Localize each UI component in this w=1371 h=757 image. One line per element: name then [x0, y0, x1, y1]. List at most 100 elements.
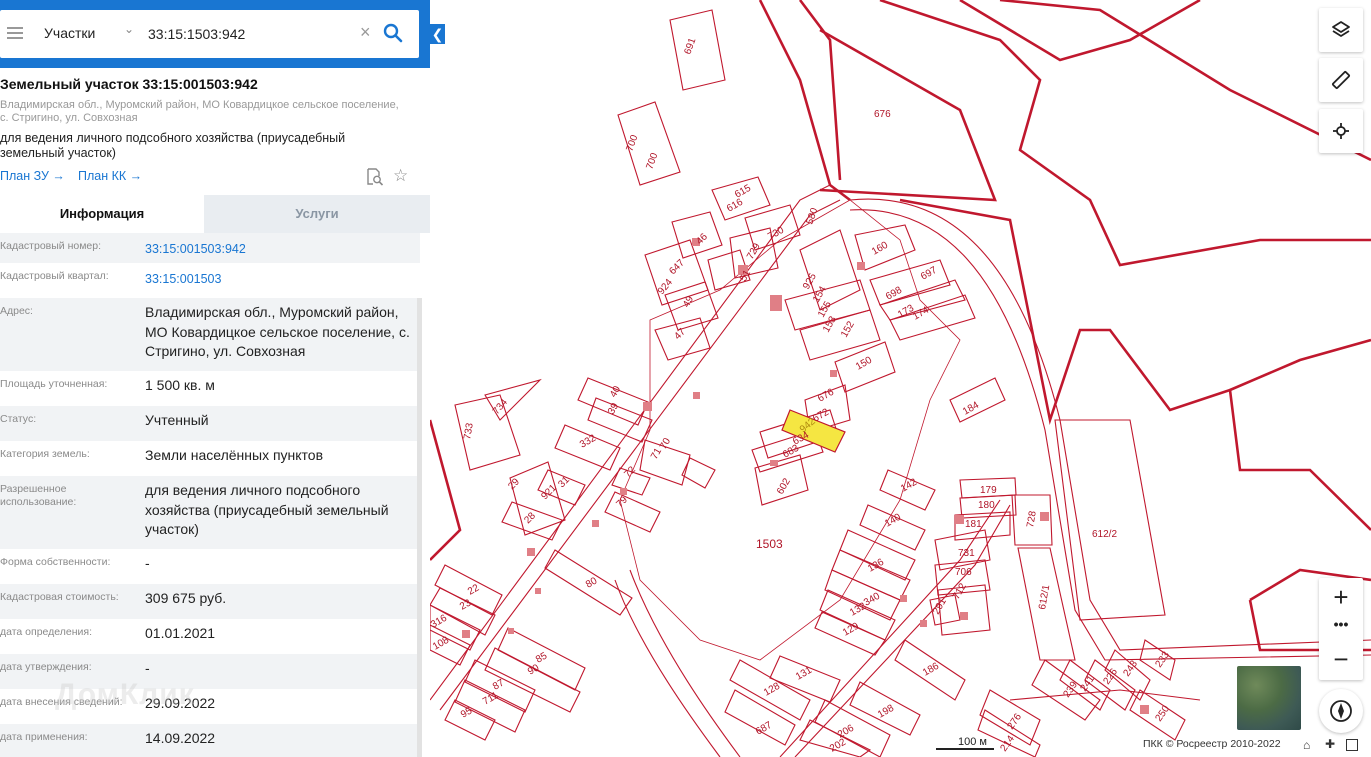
- svg-text:136: 136: [866, 557, 886, 575]
- copyright-text: ПКК © Росреестр 2010-2022: [1143, 738, 1281, 750]
- layers-icon: [1332, 21, 1350, 37]
- svg-text:676: 676: [874, 109, 891, 120]
- info-value: -: [145, 660, 150, 676]
- more-button[interactable]: •••: [1319, 616, 1363, 640]
- info-row: Разрешенное использование: для ведения л…: [0, 476, 420, 549]
- svg-text:79: 79: [614, 494, 630, 510]
- svg-text:647: 647: [667, 257, 687, 277]
- menu-icon[interactable]: [7, 27, 23, 29]
- svg-text:733: 733: [462, 422, 476, 441]
- layers-button[interactable]: [1319, 8, 1363, 52]
- info-row: Адрес: Владимирская обл., Муромский райо…: [0, 298, 420, 371]
- info-label: Форма собственности:: [0, 556, 111, 568]
- svg-text:276: 276: [1005, 711, 1024, 731]
- search-type-select[interactable]: Участки: [44, 25, 95, 41]
- svg-text:23: 23: [458, 597, 474, 612]
- search-input[interactable]: [148, 22, 348, 46]
- clear-icon[interactable]: ×: [360, 22, 371, 43]
- search-box: Участки ⌄ ×: [0, 10, 419, 58]
- info-value: -: [145, 555, 150, 571]
- search-bar: Участки ⌄ ×: [0, 0, 430, 68]
- svg-text:239: 239: [1061, 679, 1080, 699]
- svg-text:250: 250: [1153, 703, 1172, 723]
- fullscreen-icon[interactable]: [1346, 739, 1358, 751]
- svg-text:612/1: 612/1: [1037, 584, 1052, 611]
- info-label: Категория земель:: [0, 448, 90, 460]
- zoom-out-button[interactable]: −: [1319, 640, 1363, 678]
- svg-text:226: 226: [1101, 666, 1120, 686]
- watermark-logo: ДомКлик: [55, 678, 195, 711]
- svg-text:179: 179: [980, 485, 997, 496]
- svg-text:711: 711: [481, 690, 501, 708]
- svg-text:186: 186: [921, 661, 941, 679]
- cadastral-map-svg: 691 700 700 676 615 616 730 729 51 46 64…: [430, 0, 1371, 757]
- parcel-title: Земельный участок 33:15:001503:942: [0, 76, 258, 92]
- svg-text:129: 129: [841, 621, 861, 639]
- info-row: дата применения: 14.09.2022: [0, 724, 420, 757]
- tab-services[interactable]: Услуги: [204, 195, 430, 233]
- home-icon[interactable]: ⌂: [1303, 738, 1310, 752]
- svg-text:602: 602: [775, 476, 793, 496]
- locate-button[interactable]: [1319, 109, 1363, 153]
- svg-text:580: 580: [804, 206, 820, 226]
- zoom-controls: + ••• −: [1319, 578, 1363, 680]
- search-icon[interactable]: [383, 23, 403, 43]
- svg-text:316: 316: [430, 613, 449, 631]
- svg-text:181: 181: [965, 519, 982, 530]
- move-icon[interactable]: ✚: [1325, 737, 1335, 751]
- plan-zu-link[interactable]: План ЗУ →: [0, 169, 65, 183]
- svg-text:612/2: 612/2: [1092, 529, 1117, 540]
- svg-text:921: 921: [539, 482, 559, 502]
- svg-text:729: 729: [745, 241, 763, 261]
- info-row: Кадастровый номер: 33:15:001503:942: [0, 233, 420, 263]
- satellite-basemap-toggle[interactable]: [1237, 666, 1301, 730]
- svg-text:85: 85: [534, 650, 550, 665]
- info-label: дата определения:: [0, 626, 93, 638]
- info-panel: Участки ⌄ × Земельный участок 33:15:0015…: [0, 0, 430, 757]
- info-label: дата утверждения:: [0, 661, 92, 673]
- svg-text:80: 80: [584, 575, 600, 590]
- svg-text:697: 697: [919, 265, 939, 283]
- svg-text:700: 700: [644, 151, 660, 171]
- chevron-down-icon[interactable]: ⌄: [124, 22, 134, 36]
- tab-info[interactable]: Информация: [0, 195, 204, 233]
- svg-text:140: 140: [883, 512, 903, 530]
- svg-text:108: 108: [431, 635, 451, 653]
- compass-button[interactable]: [1319, 689, 1363, 733]
- info-value: 14.09.2022: [145, 730, 216, 746]
- zoom-in-button[interactable]: +: [1319, 578, 1363, 616]
- svg-text:150: 150: [854, 355, 874, 373]
- document-search-icon[interactable]: [366, 168, 384, 186]
- info-value: Земли населённых пунктов: [145, 447, 324, 463]
- info-label: Разрешенное использование:: [0, 483, 77, 508]
- svg-text:214: 214: [998, 733, 1017, 753]
- svg-text:731: 731: [958, 548, 975, 559]
- info-label: дата применения:: [0, 731, 88, 743]
- svg-text:1503: 1503: [756, 537, 783, 551]
- svg-text:706: 706: [955, 567, 972, 578]
- map-canvas[interactable]: 691 700 700 676 615 616 730 729 51 46 64…: [430, 0, 1371, 757]
- svg-text:142: 142: [899, 477, 919, 495]
- svg-text:40: 40: [608, 384, 623, 400]
- scale-label: 100 м: [958, 736, 987, 748]
- svg-text:152: 152: [839, 319, 857, 339]
- info-label: Адрес:: [0, 305, 33, 317]
- info-value[interactable]: 33:15:001503: [145, 270, 417, 290]
- svg-text:616: 616: [725, 197, 745, 215]
- info-row: Категория земель: Земли населённых пункт…: [0, 441, 420, 476]
- compass-icon: [1330, 700, 1352, 722]
- svg-text:72: 72: [622, 464, 638, 480]
- plan-kk-link[interactable]: План КК →: [78, 169, 142, 183]
- info-value[interactable]: 33:15:001503:942: [145, 240, 417, 260]
- info-row: Форма собственности: -: [0, 549, 420, 584]
- svg-text:31: 31: [556, 474, 572, 490]
- info-value: 01.01.2021: [145, 625, 216, 641]
- scrollbar[interactable]: [417, 298, 422, 757]
- svg-text:687: 687: [754, 720, 774, 738]
- svg-text:241: 241: [1078, 673, 1097, 693]
- star-icon[interactable]: ☆: [393, 167, 408, 185]
- collapse-panel-button[interactable]: ❮: [430, 24, 445, 44]
- svg-text:47: 47: [672, 326, 688, 342]
- info-row: дата определения: 01.01.2021: [0, 619, 420, 654]
- ruler-button[interactable]: [1319, 58, 1363, 102]
